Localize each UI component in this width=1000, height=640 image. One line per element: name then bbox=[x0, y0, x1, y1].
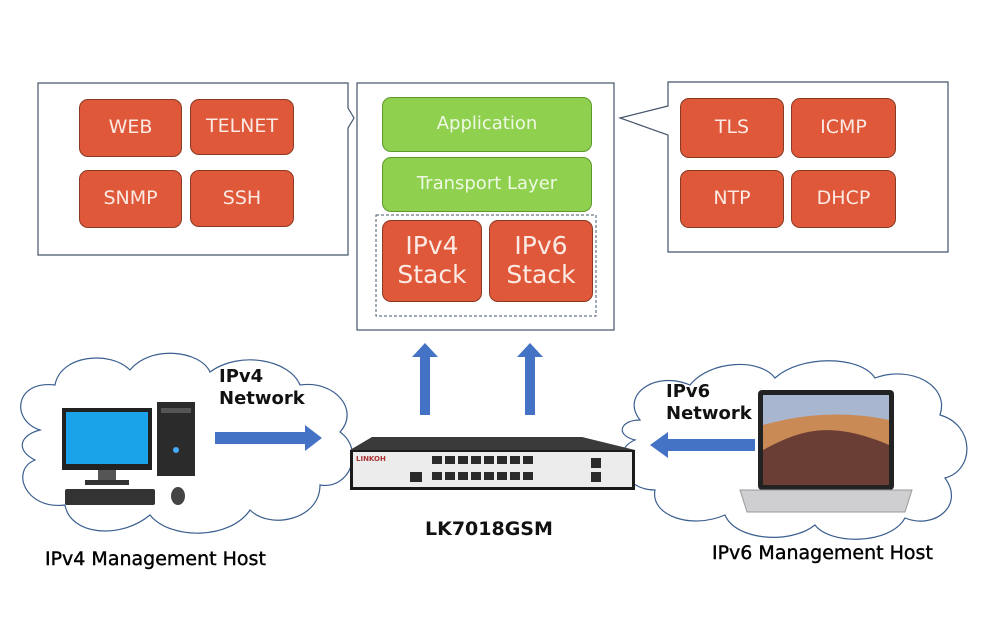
network-switch-icon bbox=[350, 437, 635, 490]
ipv4-host-label: IPv4 Management Host bbox=[45, 548, 266, 570]
diagram: WEB TELNET SNMP SSH Application Transpor… bbox=[0, 0, 1000, 640]
switch-model-label: LK7018GSM bbox=[425, 518, 553, 540]
service-icmp: ICMP bbox=[791, 98, 896, 158]
service-tls: TLS bbox=[680, 98, 784, 158]
right-callout bbox=[617, 81, 949, 253]
ipv4-stack: IPv4 Stack bbox=[382, 220, 482, 302]
service-snmp: SNMP bbox=[79, 170, 182, 228]
ipv6-stack: IPv6 Stack bbox=[489, 220, 593, 302]
ipv4-network-label: IPv4 Network bbox=[219, 366, 305, 409]
ipv6-host-label: IPv6 Management Host bbox=[712, 542, 933, 564]
switch-brand-logo: LINKOH bbox=[356, 455, 386, 463]
service-dhcp: DHCP bbox=[791, 170, 896, 228]
desktop-pc-icon bbox=[62, 402, 195, 505]
layer-application: Application bbox=[382, 97, 592, 152]
service-ntp: NTP bbox=[680, 170, 784, 228]
layer-transport: Transport Layer bbox=[382, 157, 592, 212]
service-ssh: SSH bbox=[190, 170, 294, 227]
service-telnet: TELNET bbox=[190, 99, 294, 155]
ipv6-network-label: IPv6 Network bbox=[666, 381, 752, 424]
service-web: WEB bbox=[79, 99, 182, 157]
up-arrow-icon bbox=[412, 343, 543, 415]
